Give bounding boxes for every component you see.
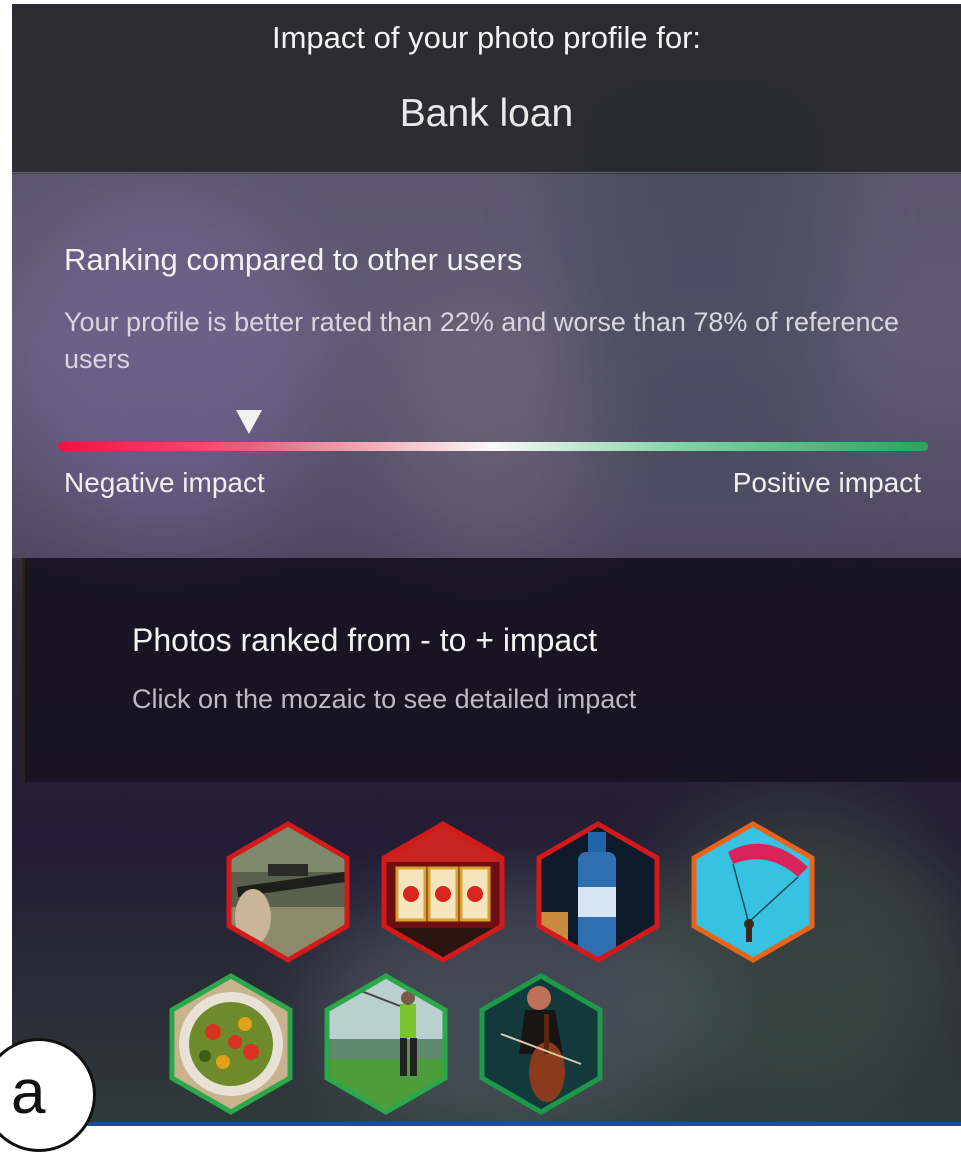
photo-tile-parachute[interactable] (691, 821, 815, 963)
photo-tile-cello[interactable] (479, 973, 603, 1115)
photo-tile-golf[interactable] (324, 973, 448, 1115)
photo-tile-water-bottle[interactable] (536, 821, 660, 963)
photo-mosaic (169, 821, 815, 1115)
photo-tile-slot-machine[interactable] (381, 821, 505, 963)
bottom-edge-line (72, 1122, 961, 1126)
photo-tile-rifle[interactable] (226, 821, 350, 963)
photo-tile-salad[interactable] (169, 973, 293, 1115)
app-screen: Impact of your photo profile for: Bank l… (12, 4, 961, 1126)
figure-label: a (11, 1058, 46, 1127)
